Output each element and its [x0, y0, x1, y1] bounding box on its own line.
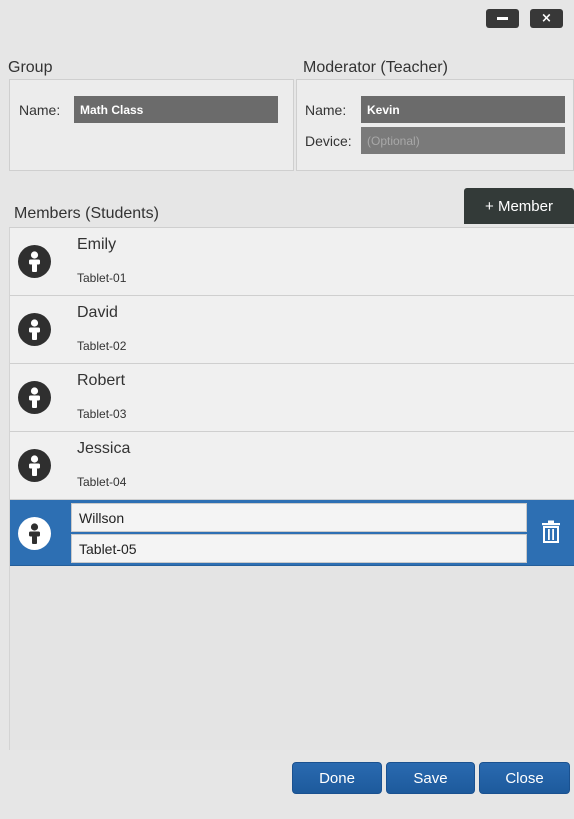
save-button[interactable]: Save: [386, 762, 475, 794]
member-name-input[interactable]: Willson: [71, 503, 527, 532]
person-icon: [18, 313, 51, 346]
person-icon: [18, 245, 51, 278]
list-item-selected[interactable]: Willson Tablet-05: [10, 500, 574, 566]
member-device-input[interactable]: Tablet-05: [71, 534, 527, 563]
member-device: Tablet-01: [77, 271, 127, 285]
person-icon: [18, 517, 51, 550]
group-panel: Name: Math Class: [9, 79, 294, 171]
close-icon: ×: [541, 11, 552, 26]
group-section-title: Group: [8, 59, 53, 76]
person-icon: [18, 449, 51, 482]
list-item[interactable]: Robert Tablet-03: [10, 364, 574, 432]
member-name: Emily: [77, 236, 117, 253]
moderator-device-label: Device:: [305, 133, 352, 149]
member-device: Tablet-03: [77, 407, 127, 421]
moderator-panel: Name: Kevin Device: (Optional): [296, 79, 574, 171]
members-list: Emily Tablet-01 David Tablet-02 Robert T…: [9, 227, 574, 750]
done-button[interactable]: Done: [292, 762, 382, 794]
trash-icon[interactable]: [539, 518, 563, 546]
member-device: Tablet-04: [77, 475, 127, 489]
member-name: David: [77, 304, 118, 321]
list-item[interactable]: Jessica Tablet-04: [10, 432, 574, 500]
moderator-section-title: Moderator (Teacher): [303, 59, 448, 76]
person-icon: [18, 381, 51, 414]
group-name-input[interactable]: Math Class: [74, 96, 278, 123]
minimize-button[interactable]: [486, 9, 519, 28]
member-device: Tablet-02: [77, 339, 127, 353]
list-item[interactable]: Emily Tablet-01: [10, 228, 574, 296]
close-button[interactable]: Close: [479, 762, 570, 794]
member-name: Robert: [77, 372, 126, 389]
member-name: Jessica: [77, 440, 131, 457]
minimize-icon: [497, 17, 508, 20]
moderator-name-label: Name:: [305, 102, 347, 118]
moderator-device-input[interactable]: (Optional): [361, 127, 565, 154]
window-close-button[interactable]: ×: [530, 9, 563, 28]
add-member-button[interactable]: + Member: [464, 188, 574, 224]
group-name-label: Name:: [19, 102, 61, 118]
members-section-title: Members (Students): [14, 205, 159, 222]
moderator-name-input[interactable]: Kevin: [361, 96, 565, 123]
list-item[interactable]: David Tablet-02: [10, 296, 574, 364]
